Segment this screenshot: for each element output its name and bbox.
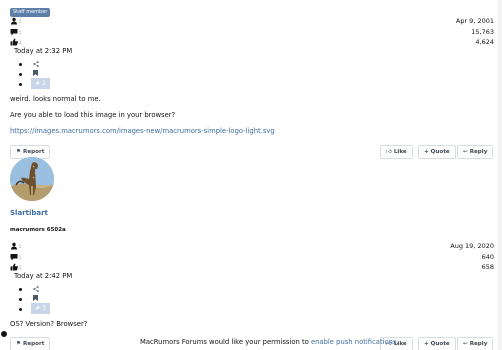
post-timestamp[interactable]: Today at 2:42 PM [14,272,72,280]
messages-row: : 15,763 [10,27,494,37]
list-bullet [19,73,22,76]
post-number-link[interactable]: # 3 [31,303,50,314]
report-label: Report [23,149,45,155]
report-label: Report [23,341,45,347]
reactions-row: : 658 [10,262,494,272]
post-body-line: Are you able to load this image in your … [10,111,176,119]
joined-value: Aug 19, 2020 [450,242,494,250]
reply-arrow-icon: ↩ [463,149,468,155]
joined-row: : Aug 19, 2020 [10,241,494,251]
reactions-value: 658 [481,263,494,271]
like-button[interactable]: 👍︎ Like [380,145,413,159]
post-actions-list: # 2 [19,60,59,90]
messages-colon: : [19,28,22,36]
report-button[interactable]: ⚑ Report [10,337,51,350]
messages-value: 640 [481,253,494,261]
messages-row: : 640 [10,252,494,262]
thumbs-up-icon [10,38,18,46]
post-body-line: weird. looks normal to me. [10,95,101,103]
quote-button[interactable]: + Quote [418,337,456,350]
list-bullet [19,308,22,311]
flag-icon: ⚑ [16,341,22,347]
reply-button[interactable]: ↩ Reply [457,337,494,350]
enable-push-notifications-link[interactable]: enable push notifications [311,338,397,346]
list-bullet [19,83,22,86]
reply-label: Reply [469,149,488,155]
messages-value: 15,763 [471,28,494,36]
user-title: macrumors 6502a [10,227,66,233]
user-icon [11,242,17,250]
share-icon[interactable] [33,61,39,67]
like-label: Like [393,149,407,155]
joined-value: Apr 9, 2001 [455,17,494,25]
avatar-image [10,157,54,201]
messages-colon: : [19,253,22,261]
quote-button[interactable]: + Quote [418,145,456,159]
reactions-colon: : [19,38,22,46]
joined-row: : Apr 9, 2001 [10,16,494,26]
joined-colon: : [19,17,22,25]
notification-bell-icon[interactable] [1,331,7,337]
username-link[interactable]: Slartibart [10,209,48,217]
image-link[interactable]: https://images.macrumors.com/images-new/… [10,127,275,135]
post-number-link[interactable]: # 2 [31,78,50,89]
messages-icon [10,29,18,36]
push-notification-notice: MacRumors Forums would like your permiss… [140,338,399,346]
messages-icon [10,254,18,261]
flag-icon: ⚑ [16,149,22,155]
user-icon [11,17,17,25]
list-bullet [19,298,22,301]
scrollbar[interactable] [498,0,502,350]
reply-arrow-icon: ↩ [463,341,468,347]
reactions-row: : 4,624 [10,37,494,47]
share-icon[interactable] [33,286,39,292]
post-timestamp[interactable]: Today at 2:32 PM [14,47,72,55]
bookmark-icon[interactable] [33,295,38,301]
avatar[interactable] [10,157,54,201]
list-bullet [19,63,22,66]
thumbs-up-icon [10,263,18,271]
joined-colon: : [19,242,22,250]
reactions-colon: : [19,263,22,271]
reply-button[interactable]: ↩ Reply [457,145,494,159]
thumbs-up-icon: 👍︎ [386,149,392,155]
reply-label: Reply [469,341,488,347]
notice-end: . [396,338,399,346]
bookmark-icon[interactable] [33,70,38,76]
post-actions-list: # 3 [19,285,59,315]
list-bullet [19,288,22,291]
reactions-value: 4,624 [475,38,494,46]
notice-text: MacRumors Forums would like your permiss… [140,338,311,346]
post-body-line: OS? Version? Browser? [10,320,88,328]
